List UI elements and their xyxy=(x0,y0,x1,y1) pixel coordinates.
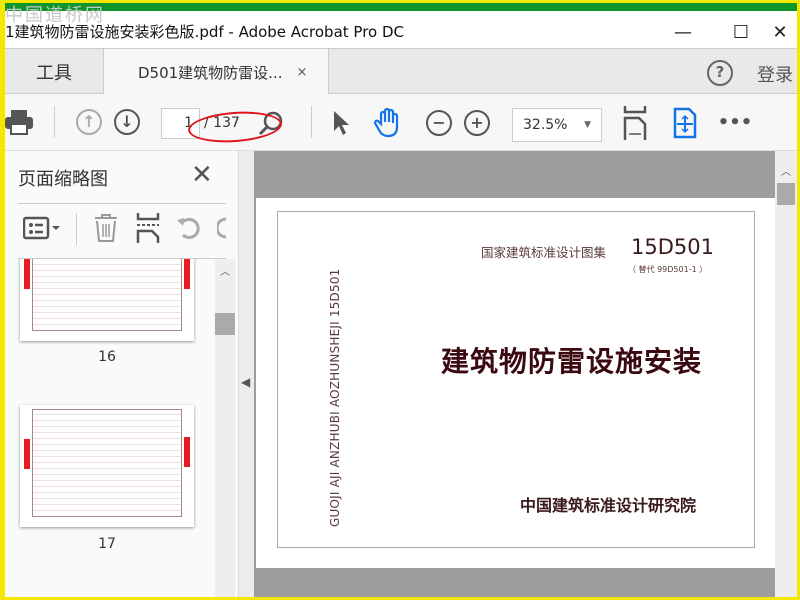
close-window-button[interactable]: ✕ xyxy=(757,17,797,47)
collapse-panel-strip[interactable]: ◀ xyxy=(238,151,254,597)
zoom-out-icon[interactable]: − xyxy=(426,110,452,136)
close-tab-icon[interactable]: × xyxy=(297,65,308,80)
thumbnail-label: 17 xyxy=(98,536,116,552)
next-page-icon[interactable]: ↓ xyxy=(114,109,140,135)
print-icon[interactable] xyxy=(5,108,33,136)
collapse-left-icon[interactable]: ◀ xyxy=(241,375,250,389)
thumbnail-label: 16 xyxy=(98,349,116,365)
minimize-button[interactable]: — xyxy=(660,17,706,47)
chevron-down-icon: ▼ xyxy=(584,120,591,130)
vertical-pinyin: GUOJI AJI ANZHUBI AOZHUNSHEJI 15D501 xyxy=(328,268,342,528)
replaces-note: （ 替代 99D501-1 ） xyxy=(628,265,708,274)
more-options-icon[interactable]: ••• xyxy=(718,112,753,133)
thumbnail-list: 16 17 xyxy=(5,259,215,597)
standard-code: 15D501 xyxy=(631,235,714,259)
login-button[interactable]: 登录 xyxy=(757,61,793,87)
highlight-annotation xyxy=(187,108,283,146)
acrobat-window: 中国道桥网 1建筑物防雷设施安装彩色版.pdf - Adobe Acrobat … xyxy=(5,3,797,597)
tab-document-label: D501建筑物防雷设... xyxy=(138,63,283,82)
panel-scrollbar[interactable]: ︿ xyxy=(215,259,235,597)
divider xyxy=(18,203,226,204)
scrollbar-thumb[interactable] xyxy=(777,183,795,205)
insert-page-icon[interactable] xyxy=(136,213,160,243)
rotate-icon[interactable] xyxy=(176,215,202,241)
document-view: GUOJI AJI ANZHUBI AOZHUNSHEJI 15D501 国家建… xyxy=(254,151,775,597)
zoom-level-dropdown[interactable]: 32.5% ▼ xyxy=(512,108,602,142)
toolbar: ↑ ↓ 1 / 137 − + 32.5% ▼ ••• xyxy=(5,94,797,151)
pdf-page: GUOJI AJI ANZHUBI AOZHUNSHEJI 15D501 国家建… xyxy=(256,198,775,568)
zoom-in-icon[interactable]: + xyxy=(464,110,490,136)
zoom-value: 32.5% xyxy=(523,117,568,133)
close-panel-icon[interactable]: ✕ xyxy=(191,160,213,190)
thumbnails-panel: 页面缩略图 ✕ 16 17 ︿ xyxy=(5,151,238,597)
tab-bar: 工具 D501建筑物防雷设... × ? 登录 xyxy=(5,48,797,95)
top-accent-bar xyxy=(5,3,797,11)
separator xyxy=(76,213,77,245)
previous-page-icon[interactable]: ↑ xyxy=(76,109,102,135)
scroll-up-icon[interactable]: ︿ xyxy=(220,263,230,278)
select-cursor-icon[interactable] xyxy=(331,109,351,137)
scroll-up-icon[interactable]: ︿ xyxy=(781,163,791,178)
separator xyxy=(54,106,55,138)
scroll-mode-icon[interactable] xyxy=(673,107,697,139)
thumbnail-page-17[interactable] xyxy=(20,405,194,527)
tab-document[interactable]: D501建筑物防雷设... × xyxy=(103,49,329,95)
document-title: 建筑物防雷设施安装 xyxy=(441,345,703,378)
window-title: 1建筑物防雷设施安装彩色版.pdf - Adobe Acrobat Pro DC xyxy=(5,23,405,41)
delete-icon[interactable] xyxy=(93,213,119,243)
cover-frame: GUOJI AJI ANZHUBI AOZHUNSHEJI 15D501 国家建… xyxy=(277,211,755,548)
tab-tools[interactable]: 工具 xyxy=(5,49,103,94)
main-scrollbar[interactable]: ︿ xyxy=(775,151,797,597)
hand-tool-icon[interactable] xyxy=(373,108,403,138)
thumbnail-options-icon[interactable] xyxy=(23,215,63,241)
scrollbar-thumb[interactable] xyxy=(215,313,235,335)
panel-title: 页面缩略图 xyxy=(18,169,108,190)
fit-page-icon[interactable] xyxy=(623,106,647,140)
series-label: 国家建筑标准设计图集 xyxy=(481,245,607,260)
rotate-clockwise-icon[interactable] xyxy=(217,215,227,241)
separator xyxy=(311,106,312,138)
publisher: 中国建筑标准设计研究院 xyxy=(520,496,697,515)
help-icon[interactable]: ? xyxy=(707,60,733,86)
thumbnail-page-16[interactable] xyxy=(20,259,194,341)
